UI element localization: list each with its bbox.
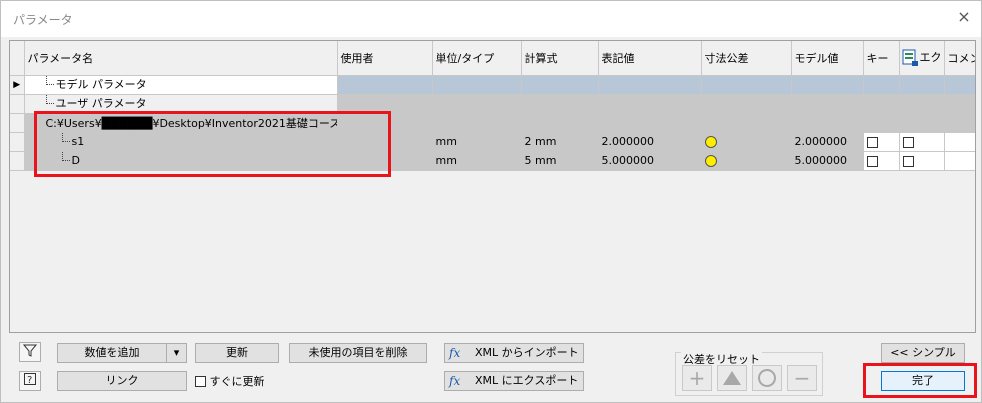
col-header-nominal[interactable]: 表記値 <box>598 41 702 76</box>
immediate-update-option[interactable]: すぐに更新 <box>195 373 265 389</box>
update-button[interactable]: 更新 <box>195 343 279 363</box>
param-model-value: 2.000000 <box>791 132 864 152</box>
help-button[interactable]: ? <box>19 371 41 391</box>
group-label: モデル パラメータ <box>55 77 147 91</box>
param-comment[interactable] <box>944 132 975 152</box>
group-model-parameters[interactable]: モデル パラメータ <box>24 75 338 95</box>
param-tolerance[interactable] <box>701 151 792 171</box>
col-header-used-by[interactable]: 使用者 <box>337 41 433 76</box>
highlight-box-linked-params <box>34 111 391 177</box>
parameters-dialog: パラメータ × パラメータ名 使用者 単位/タイプ 計算式 表記値 寸法公差 モ… <box>0 0 982 403</box>
chevron-down-icon[interactable]: ▾ <box>166 344 186 362</box>
param-equation[interactable]: 2 mm <box>521 132 599 152</box>
tolerance-nominal-icon <box>704 136 717 148</box>
export-header-label: エク <box>919 50 942 64</box>
param-unit[interactable]: mm <box>432 132 522 152</box>
window-title: パラメータ <box>13 13 73 27</box>
col-header-comment[interactable]: コメント <box>944 41 975 76</box>
add-numeric-label: 数値を追加 <box>84 346 140 359</box>
group-label: ユーザ パラメータ <box>55 96 147 110</box>
param-export-checkbox[interactable] <box>899 151 945 171</box>
fx-icon: fx <box>449 346 461 360</box>
plus-icon[interactable]: + <box>682 365 712 391</box>
row-current-marker: ▶ <box>10 75 25 95</box>
param-comment[interactable] <box>944 151 975 171</box>
param-nominal: 2.000000 <box>598 132 702 152</box>
tolerance-nominal-icon <box>704 155 717 167</box>
param-nominal: 5.000000 <box>598 151 702 171</box>
param-equation[interactable]: 5 mm <box>521 151 599 171</box>
col-header-key[interactable]: キー <box>863 41 900 76</box>
immediate-update-checkbox[interactable] <box>195 375 206 387</box>
link-button[interactable]: リンク <box>57 371 187 391</box>
simple-button[interactable]: << シンプル <box>881 343 965 363</box>
import-xml-button[interactable]: fx XML からインポート <box>444 343 584 363</box>
param-key-checkbox[interactable] <box>863 132 900 152</box>
param-tolerance[interactable] <box>701 132 792 152</box>
purge-unused-button[interactable]: 未使用の項目を削除 <box>289 343 427 363</box>
import-xml-label: XML からインポート <box>475 346 579 359</box>
param-model-value: 5.000000 <box>791 151 864 171</box>
triangle-icon[interactable] <box>717 365 747 391</box>
fx-icon: fx <box>449 374 461 388</box>
add-numeric-button[interactable]: 数値を追加 ▾ <box>57 343 187 363</box>
close-icon[interactable]: × <box>955 8 973 26</box>
corner-header <box>10 41 25 76</box>
col-header-unit[interactable]: 単位/タイプ <box>432 41 522 76</box>
highlight-box-done <box>863 363 977 398</box>
svg-text:?: ? <box>27 375 32 386</box>
col-header-model-value[interactable]: モデル値 <box>791 41 864 76</box>
filter-button[interactable] <box>19 342 41 362</box>
filter-icon <box>22 344 38 357</box>
export-xml-label: XML にエクスポート <box>475 374 579 387</box>
title-bar: パラメータ × <box>1 1 981 37</box>
table-row[interactable]: ▶ モデル パラメータ <box>10 75 975 95</box>
circle-icon[interactable] <box>752 365 782 391</box>
param-export-checkbox[interactable] <box>899 132 945 152</box>
minus-icon[interactable]: − <box>787 365 817 391</box>
help-icon: ? <box>24 373 36 386</box>
param-key-checkbox[interactable] <box>863 151 900 171</box>
param-unit[interactable]: mm <box>432 151 522 171</box>
col-header-tolerance[interactable]: 寸法公差 <box>701 41 792 76</box>
immediate-update-label: すぐに更新 <box>209 375 265 388</box>
export-parameter-icon <box>902 49 918 66</box>
col-header-name[interactable]: パラメータ名 <box>24 41 338 76</box>
export-xml-button[interactable]: fx XML にエクスポート <box>444 371 584 391</box>
col-header-equation[interactable]: 計算式 <box>521 41 599 76</box>
col-header-export[interactable]: エク <box>899 41 945 76</box>
reset-tolerance-group: 公差をリセット + − <box>675 351 823 396</box>
parameter-grid: パラメータ名 使用者 単位/タイプ 計算式 表記値 寸法公差 モデル値 キー エ… <box>9 40 976 333</box>
